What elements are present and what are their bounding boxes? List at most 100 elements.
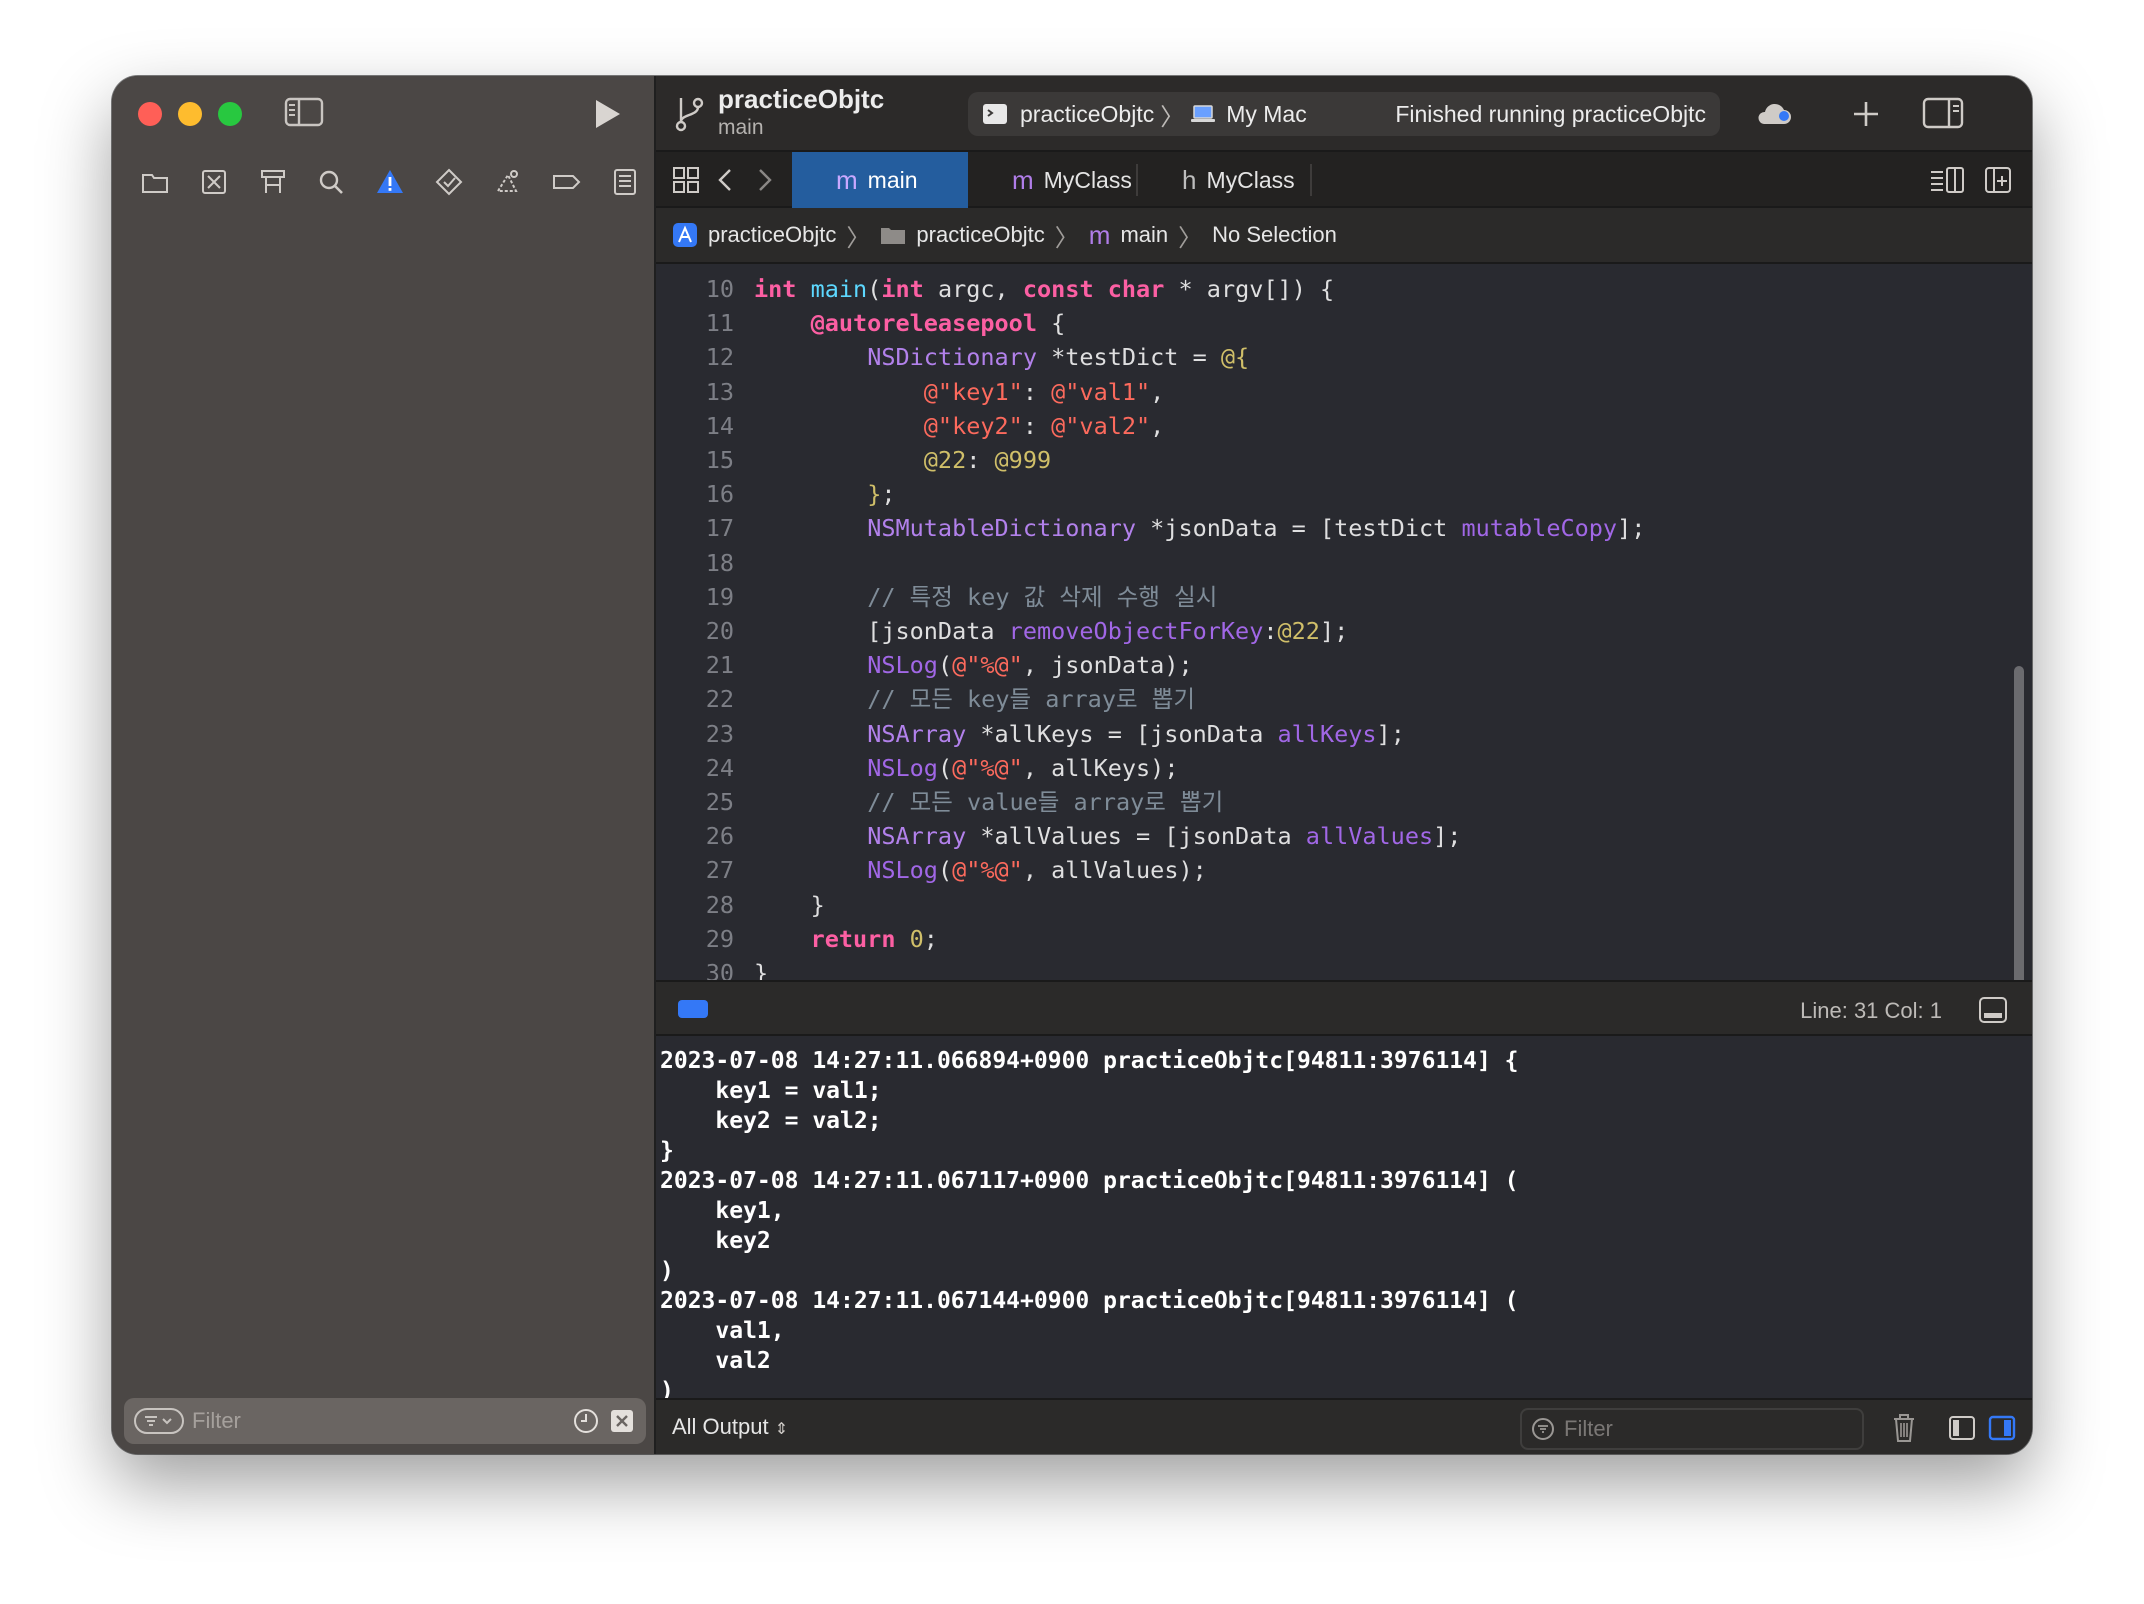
line-number[interactable]: 13 xyxy=(656,375,734,409)
tab-myclass-m[interactable]: m MyClass xyxy=(968,152,1138,208)
output-filter-select[interactable]: All Output ⇕ xyxy=(672,1414,788,1440)
line-number[interactable]: 11 xyxy=(656,306,734,340)
code-line[interactable]: 21 NSLog(@"%@", jsonData); xyxy=(656,648,2032,682)
code-text[interactable]: @"key2": @"val2", xyxy=(754,409,1165,443)
code-text[interactable]: NSArray *allKeys = [jsonData allKeys]; xyxy=(754,717,1405,751)
line-number[interactable]: 26 xyxy=(656,819,734,853)
scheme-activity-bar[interactable]: practiceObjtc 〉 My Mac Finished running … xyxy=(968,92,1720,136)
add-library-plus-icon[interactable] xyxy=(1846,94,1886,134)
code-line[interactable]: 18 xyxy=(656,546,2032,580)
code-text[interactable]: NSLog(@"%@", allValues); xyxy=(754,853,1207,887)
code-text[interactable]: NSLog(@"%@", allKeys); xyxy=(754,751,1178,785)
code-line[interactable]: 12 NSDictionary *testDict = @{ xyxy=(656,340,2032,374)
code-text[interactable]: @22: @999 xyxy=(754,443,1051,477)
back-chevron-left-icon[interactable] xyxy=(710,164,742,196)
filter-options-icon[interactable] xyxy=(134,1408,184,1434)
add-editor-split-icon[interactable] xyxy=(1982,164,2014,196)
code-line[interactable]: 25 // 모든 value들 array로 뽑기 xyxy=(656,785,2032,819)
source-branch-icon[interactable] xyxy=(672,94,706,134)
code-text[interactable]: // 모든 key들 array로 뽑기 xyxy=(754,682,1195,716)
find-navigator-search-icon[interactable] xyxy=(302,152,361,212)
code-line[interactable]: 22 // 모든 key들 array로 뽑기 xyxy=(656,682,2032,716)
line-number[interactable]: 16 xyxy=(656,477,734,511)
code-text[interactable]: return 0; xyxy=(754,922,938,956)
code-line[interactable]: 23 NSArray *allKeys = [jsonData allKeys]… xyxy=(656,717,2032,751)
line-number[interactable]: 17 xyxy=(656,511,734,545)
line-number[interactable]: 22 xyxy=(656,682,734,716)
code-text[interactable]: @"key1": @"val1", xyxy=(754,375,1165,409)
code-text[interactable]: // 모든 value들 array로 뽑기 xyxy=(754,785,1223,819)
run-play-icon[interactable] xyxy=(588,96,624,132)
symbol-navigator-icon[interactable] xyxy=(243,152,302,212)
line-number[interactable]: 24 xyxy=(656,751,734,785)
code-text[interactable]: NSArray *allValues = [jsonData allValues… xyxy=(754,819,1461,853)
line-number[interactable]: 27 xyxy=(656,853,734,887)
code-text[interactable]: // 특정 key 값 삭제 수행 실시 xyxy=(754,580,1217,614)
code-line[interactable]: 10 int main(int argc, const char * argv[]… xyxy=(656,272,2032,306)
variables-view-toggle-icon[interactable] xyxy=(1948,1414,1976,1442)
close-window-button[interactable] xyxy=(138,102,162,126)
line-number[interactable]: 21 xyxy=(656,648,734,682)
run-destination[interactable]: My Mac xyxy=(1226,101,1307,128)
breadcrumb-project[interactable]: practiceObjtc xyxy=(708,222,836,248)
clear-console-trash-icon[interactable] xyxy=(1890,1412,1918,1444)
code-text[interactable]: }; xyxy=(754,477,895,511)
code-line[interactable]: 27 NSLog(@"%@", allValues); xyxy=(656,853,2032,887)
breakpoints-toggle-icon[interactable] xyxy=(678,1000,708,1018)
code-line[interactable]: 20 [jsonData removeObjectForKey:@22]; xyxy=(656,614,2032,648)
line-number[interactable]: 10 xyxy=(656,272,734,306)
cloud-status-icon[interactable] xyxy=(1754,98,1794,130)
line-number[interactable]: 18 xyxy=(656,546,734,580)
source-code-editor[interactable]: 10 int main(int argc, const char * argv[]… xyxy=(656,266,2032,980)
line-number[interactable]: 25 xyxy=(656,785,734,819)
code-line[interactable]: 13 @"key1": @"val1", xyxy=(656,375,2032,409)
minimize-window-button[interactable] xyxy=(178,102,202,126)
console-view-toggle-icon[interactable] xyxy=(1988,1414,2016,1442)
debug-navigator-icon[interactable] xyxy=(478,152,537,212)
line-number[interactable]: 28 xyxy=(656,888,734,922)
project-navigator-folder-icon[interactable] xyxy=(126,152,185,212)
line-number[interactable]: 14 xyxy=(656,409,734,443)
code-line[interactable]: 19 // 특정 key 값 삭제 수행 실시 xyxy=(656,580,2032,614)
code-line[interactable]: 16 }; xyxy=(656,477,2032,511)
code-text[interactable]: NSMutableDictionary *jsonData = [testDic… xyxy=(754,511,1645,545)
code-line[interactable]: 11 @autoreleasepool { xyxy=(656,306,2032,340)
code-text[interactable]: [jsonData removeObjectForKey:@22]; xyxy=(754,614,1348,648)
console-filter-input[interactable] xyxy=(1564,1416,1844,1442)
debug-area-toggle-icon[interactable] xyxy=(1978,996,2008,1024)
related-items-grid-icon[interactable] xyxy=(670,164,702,196)
line-number[interactable]: 20 xyxy=(656,614,734,648)
sidebar-toggle-icon[interactable] xyxy=(284,96,324,128)
breadcrumb-file[interactable]: main xyxy=(1120,222,1168,248)
breadcrumb-folder[interactable]: practiceObjtc xyxy=(916,222,1044,248)
line-number[interactable]: 15 xyxy=(656,443,734,477)
test-navigator-icon[interactable] xyxy=(419,152,478,212)
recent-files-clock-icon[interactable] xyxy=(572,1407,600,1435)
console-output[interactable]: 2023-07-08 14:27:11.066894+0900 practice… xyxy=(656,1036,2032,1398)
zoom-window-button[interactable] xyxy=(218,102,242,126)
breakpoint-navigator-icon[interactable] xyxy=(537,152,596,212)
code-line[interactable]: 14 @"key2": @"val2", xyxy=(656,409,2032,443)
line-number[interactable]: 12 xyxy=(656,340,734,374)
code-text[interactable]: NSDictionary *testDict = @{ xyxy=(754,340,1249,374)
code-line[interactable]: 17 NSMutableDictionary *jsonData = [test… xyxy=(656,511,2032,545)
report-navigator-icon[interactable] xyxy=(595,152,654,212)
tab-myclass-h[interactable]: h MyClass xyxy=(1138,152,1308,208)
breadcrumb-selection[interactable]: No Selection xyxy=(1212,222,1337,248)
editor-options-icon[interactable] xyxy=(1928,164,1966,196)
code-text[interactable]: int main(int argc, const char * argv[]) … xyxy=(754,272,1334,306)
code-text[interactable]: } xyxy=(754,888,825,922)
code-text[interactable]: } xyxy=(754,956,768,980)
tab-main[interactable]: m main xyxy=(792,152,968,208)
code-text[interactable]: @autoreleasepool { xyxy=(754,306,1066,340)
code-line[interactable]: 26 NSArray *allValues = [jsonData allVal… xyxy=(656,819,2032,853)
source-control-icon[interactable] xyxy=(185,152,244,212)
line-number[interactable]: 30 xyxy=(656,956,734,980)
sidebar-filter-input[interactable] xyxy=(192,1408,562,1434)
scheme-name[interactable]: practiceObjtc xyxy=(1020,101,1154,128)
forward-chevron-right-icon[interactable] xyxy=(748,164,780,196)
source-control-filter-icon[interactable] xyxy=(608,1407,636,1435)
code-text[interactable]: NSLog(@"%@", jsonData); xyxy=(754,648,1192,682)
code-line[interactable]: 30} xyxy=(656,956,2032,980)
code-line[interactable]: 15 @22: @999 xyxy=(656,443,2032,477)
